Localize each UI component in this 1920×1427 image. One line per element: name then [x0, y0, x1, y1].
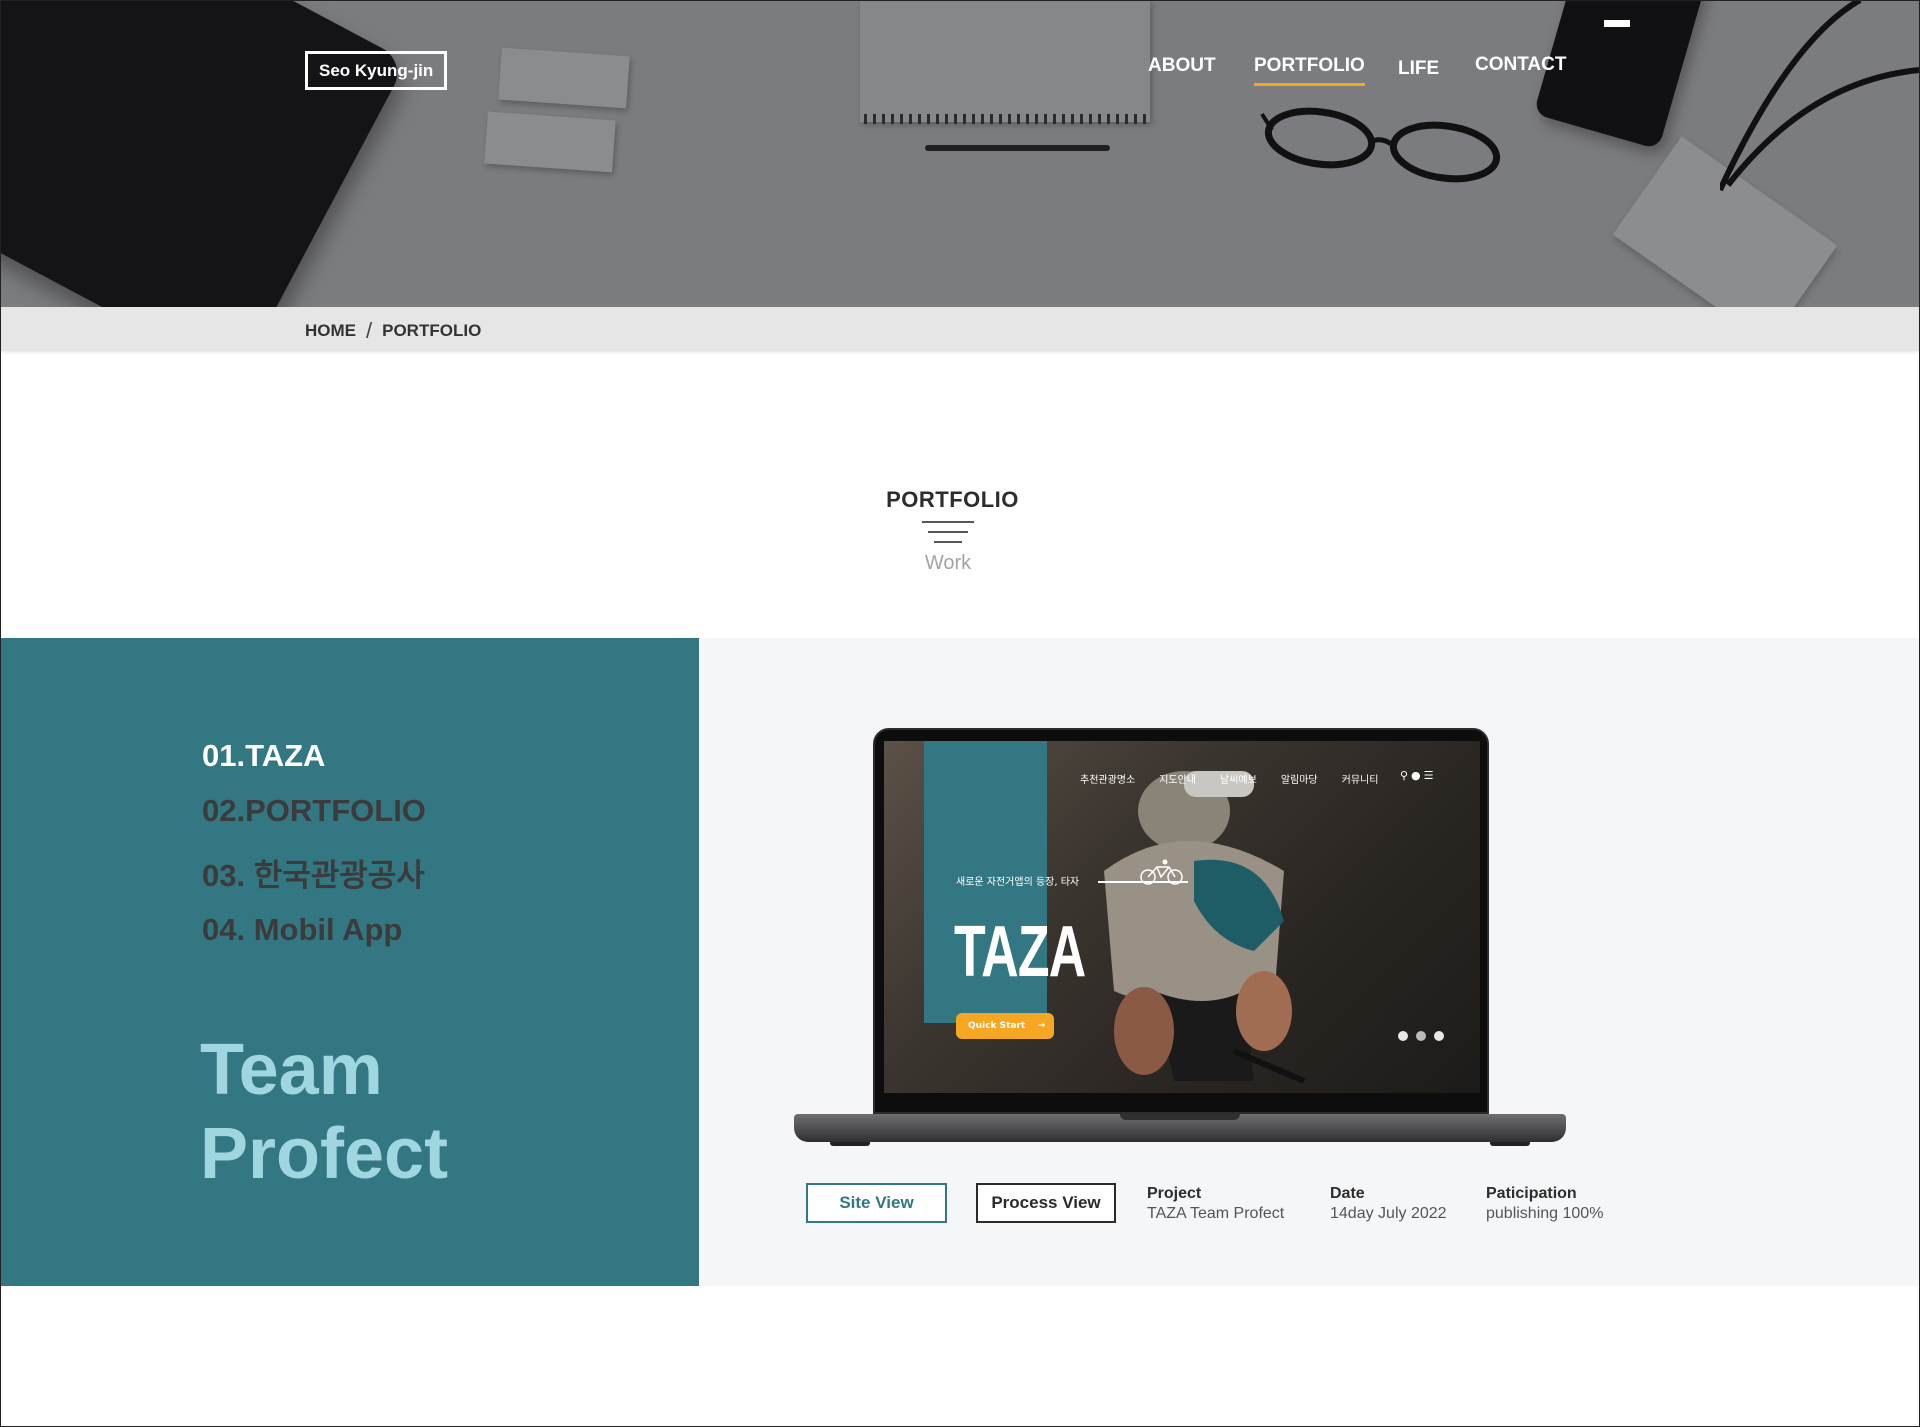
- breadcrumb-separator: /: [366, 318, 373, 343]
- project-item-korea-tourism[interactable]: 03. 한국관광공사: [202, 850, 425, 895]
- arrow-right-icon: →: [1037, 1021, 1046, 1031]
- hero-header: Seo Kyung-jin ABOUT PORTFOLIO LIFE CONTA…: [0, 0, 1920, 307]
- meta-project-label: Project: [1147, 1185, 1202, 1202]
- nav-active-underline: [1254, 83, 1365, 86]
- preview-nav-item: 날씨예보: [1220, 775, 1257, 786]
- meta-date-label: Date: [1330, 1185, 1365, 1202]
- preview-cta-label: Quick Start: [968, 1021, 1026, 1031]
- meta-project: Project TAZA Team Profect: [1147, 1184, 1284, 1224]
- breadcrumb-current: PORTFOLIO: [382, 321, 482, 340]
- laptop-foot: [1490, 1142, 1530, 1146]
- business-card-decoration: [498, 47, 630, 109]
- preview-nav: 추천관광명소 지도안내 날씨예보 알림마당 커뮤니티: [1080, 771, 1378, 786]
- meta-project-value: TAZA Team Profect: [1147, 1205, 1285, 1222]
- lanyard-decoration: [1720, 0, 1920, 192]
- team-project-title: Team Profect: [200, 1028, 448, 1196]
- project-list-panel: 01.TAZA 02.PORTFOLIO 03. 한국관광공사 04. Mobi…: [0, 638, 699, 1286]
- business-card-decoration: [484, 111, 616, 173]
- section-title: PORTFOLIO: [886, 487, 1019, 512]
- laptop-mockup: 추천관광명소 지도안내 날씨예보 알림마당 커뮤니티 ⚲●☰ 새로운 자전거앱의…: [794, 728, 1566, 1148]
- title-divider-icon: [922, 520, 974, 550]
- laptop-foot: [830, 1142, 870, 1146]
- meta-date-value: 14day July 2022: [1330, 1205, 1447, 1222]
- preview-nav-item: 알림마당: [1280, 775, 1318, 786]
- tablet-decoration: [0, 0, 407, 307]
- preview-nav-item: 추천관광명소: [1080, 775, 1136, 786]
- project-item-mobile-app[interactable]: 04. Mobil App: [202, 912, 402, 948]
- notebook-spiral-decoration: [864, 114, 1148, 124]
- nav-contact[interactable]: CONTACT: [1475, 54, 1566, 76]
- meta-participation-value: publishing 100%: [1486, 1205, 1604, 1222]
- meta-participation: Paticipation publishing 100%: [1486, 1184, 1603, 1224]
- meta-date: Date 14day July 2022: [1330, 1184, 1447, 1224]
- site-view-button[interactable]: Site View: [806, 1183, 947, 1223]
- project-item-portfolio[interactable]: 02.PORTFOLIO: [202, 793, 426, 829]
- breadcrumb-bar: HOME / PORTFOLIO: [0, 307, 1920, 349]
- pen-decoration: [925, 145, 1110, 151]
- section-subtitle: Work: [924, 552, 972, 574]
- bicycle-icon: [1140, 859, 1183, 885]
- preview-nav-item: 지도안내: [1159, 775, 1197, 786]
- nav-life[interactable]: LIFE: [1398, 58, 1439, 80]
- team-title-line1: Team: [200, 1030, 383, 1110]
- process-view-button[interactable]: Process View: [976, 1183, 1116, 1223]
- preview-quick-start-button: Quick Start →: [956, 1013, 1054, 1039]
- notebook-decoration: [860, 0, 1150, 122]
- breadcrumb-home[interactable]: HOME: [305, 321, 356, 341]
- laptop-notch: [1120, 1114, 1240, 1120]
- site-logo[interactable]: Seo Kyung-jin: [305, 51, 448, 90]
- project-detail-panel: 추천관광명소 지도안내 날씨예보 알림마당 커뮤니티 ⚲●☰ 새로운 자전거앱의…: [699, 638, 1920, 1286]
- nav-portfolio[interactable]: PORTFOLIO: [1254, 55, 1365, 86]
- preview-nav-item: 커뮤니티: [1341, 775, 1379, 786]
- meta-participation-label: Paticipation: [1486, 1185, 1577, 1202]
- nav-about[interactable]: ABOUT: [1148, 55, 1216, 77]
- menu-toggle-icon[interactable]: [1604, 20, 1630, 27]
- laptop-lid: 추천관광명소 지도안내 날씨예보 알림마당 커뮤니티 ⚲●☰ 새로운 자전거앱의…: [873, 728, 1489, 1114]
- preview-search-user-menu-icons: ⚲●☰: [1400, 769, 1437, 782]
- preview-tagline: 새로운 자전거앱의 등장, 타자: [956, 877, 1080, 888]
- site-preview-screenshot: 추천관광명소 지도안내 날씨예보 알림마당 커뮤니티 ⚲●☰ 새로운 자전거앱의…: [884, 741, 1480, 1093]
- preview-slider-dots: [1398, 1031, 1444, 1041]
- nav-portfolio-label: PORTFOLIO: [1254, 55, 1365, 76]
- preview-brand: TAZA: [954, 912, 1086, 992]
- team-title-line2: Profect: [200, 1114, 449, 1194]
- project-item-taza[interactable]: 01.TAZA: [202, 738, 325, 774]
- glasses-decoration: [1260, 107, 1501, 183]
- breadcrumb: HOME / PORTFOLIO: [305, 318, 481, 344]
